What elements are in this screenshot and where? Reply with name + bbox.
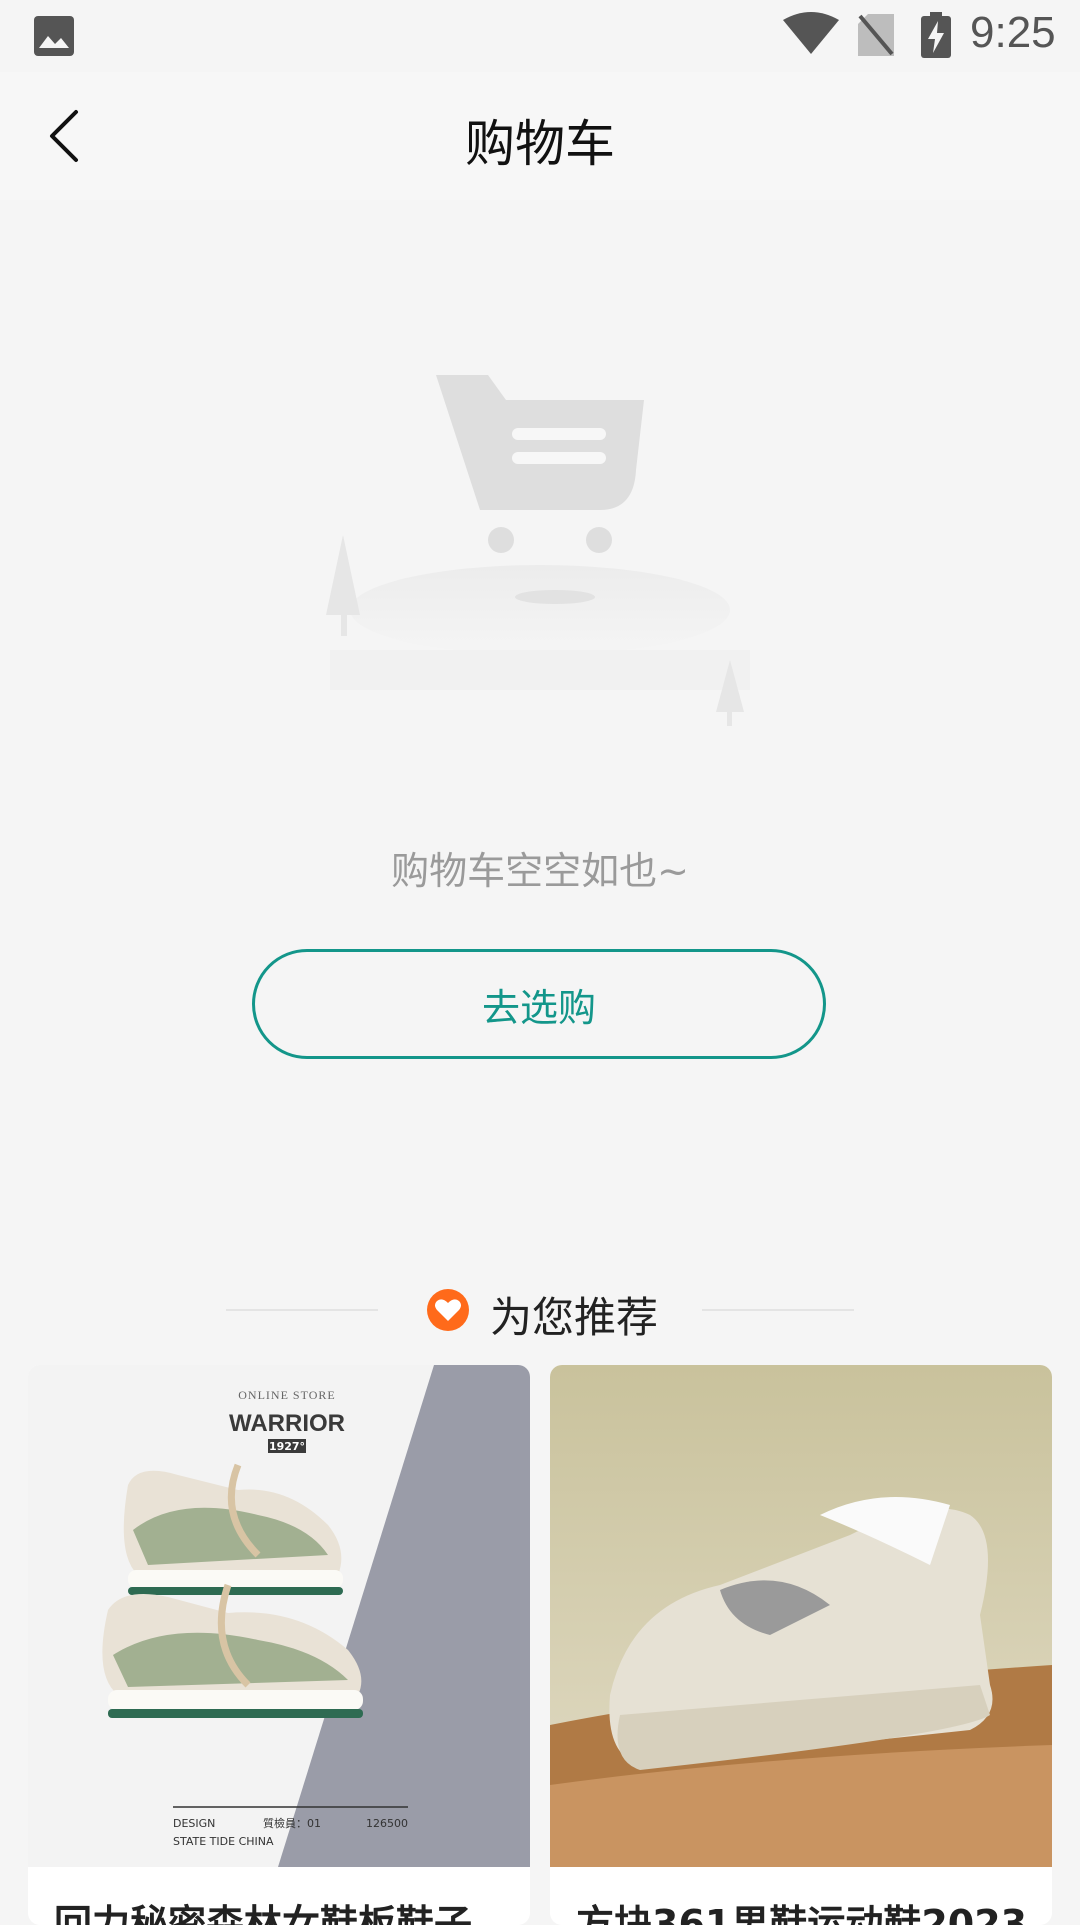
image-code: 126500	[366, 1817, 408, 1830]
product-card[interactable]: 方块361男鞋运动鞋2023	[550, 1365, 1052, 1925]
image-year: 1927°	[269, 1440, 305, 1453]
image-store-label: ONLINE STORE	[238, 1388, 335, 1402]
app-bar: 购物车	[0, 72, 1080, 200]
empty-cart-message: 购物车空空如也~	[391, 849, 689, 893]
image-brand: WARRIOR	[229, 1410, 345, 1437]
image-design: DESIGN	[173, 1817, 215, 1830]
product-image[interactable]	[550, 1365, 1052, 1867]
empty-cart-illustration	[326, 375, 750, 726]
product-image[interactable]: ONLINE STORE WARRIOR 1927° DESIGN 質檢員：01…	[28, 1365, 530, 1867]
no-sim-icon	[858, 14, 894, 56]
product-card[interactable]: ONLINE STORE WARRIOR 1927° DESIGN 質檢員：01…	[28, 1365, 530, 1925]
divider-left	[226, 1309, 378, 1311]
product-name[interactable]: 方块361男鞋运动鞋2023	[576, 1893, 1036, 1925]
wifi-icon	[783, 12, 839, 54]
heart-icon	[427, 1289, 469, 1331]
image-icon	[34, 16, 74, 56]
divider-right	[702, 1309, 854, 1311]
recommend-header: 为您推荐	[0, 1280, 1080, 1342]
recommend-title: 为您推荐	[490, 1293, 659, 1342]
status-bar: 9:25	[0, 0, 1080, 72]
product-name[interactable]: 回力秘密森林女鞋板鞋子	[54, 1893, 514, 1925]
status-time: 9:25	[970, 8, 1056, 57]
battery-charging-icon	[921, 12, 951, 58]
page-title: 购物车	[465, 115, 615, 173]
go-shopping-button[interactable]: 去选购	[252, 949, 826, 1059]
image-tagline: STATE TIDE CHINA	[173, 1835, 274, 1848]
image-inspector: 質檢員：01	[263, 1816, 321, 1830]
